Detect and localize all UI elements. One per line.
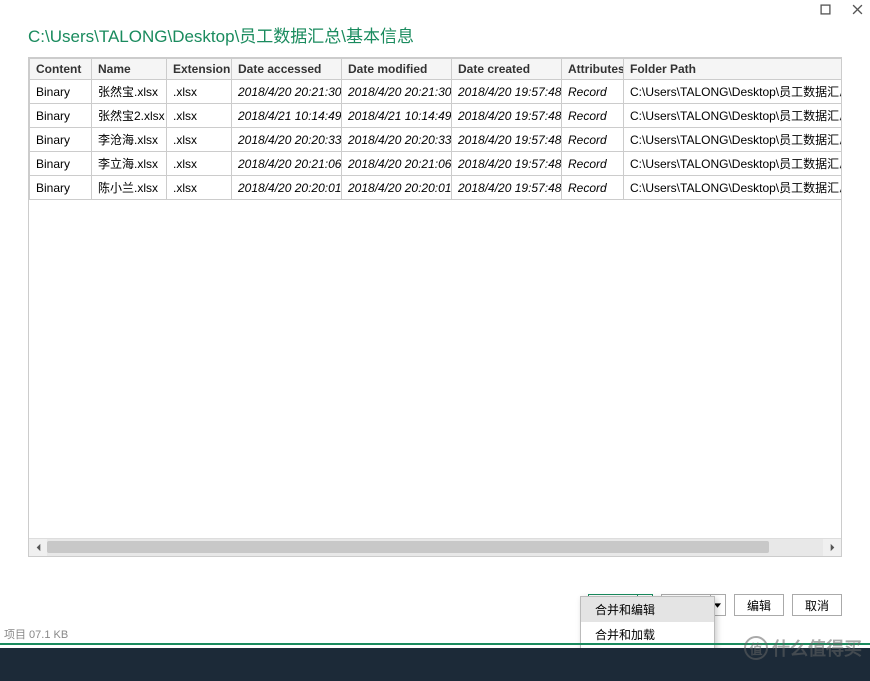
cell-attributes: Record (562, 152, 624, 176)
cell-content: Binary (30, 152, 92, 176)
cell-date-created: 2018/4/20 19:57:48 (452, 176, 562, 200)
data-table-container: Content Name Extension Date accessed Dat… (28, 57, 842, 557)
cell-extension: .xlsx (167, 104, 232, 128)
cell-name: 李立海.xlsx (92, 152, 167, 176)
cell-date-accessed: 2018/4/20 20:21:06 (232, 152, 342, 176)
table-row[interactable]: Binary张然宝2.xlsx.xlsx2018/4/21 10:14:4920… (30, 104, 842, 128)
cancel-button[interactable]: 取消 (792, 594, 842, 616)
scroll-thumb[interactable] (47, 541, 769, 553)
path-title: C:\Users\TALONG\Desktop\员工数据汇总\基本信息 (0, 0, 870, 57)
divider-strip (0, 643, 870, 645)
menu-item-combine-edit[interactable]: 合并和编辑 (581, 597, 714, 622)
cell-date-modified: 2018/4/21 10:14:49 (342, 104, 452, 128)
col-header-date-modified[interactable]: Date modified (342, 59, 452, 80)
col-header-attributes[interactable]: Attributes (562, 59, 624, 80)
cell-name: 张然宝2.xlsx (92, 104, 167, 128)
taskbar-background (0, 648, 870, 681)
table-row[interactable]: Binary李沧海.xlsx.xlsx2018/4/20 20:20:33201… (30, 128, 842, 152)
status-text: 项目 07.1 KB (4, 626, 68, 642)
col-header-date-accessed[interactable]: Date accessed (232, 59, 342, 80)
cell-extension: .xlsx (167, 176, 232, 200)
col-header-content[interactable]: Content (30, 59, 92, 80)
cell-content: Binary (30, 176, 92, 200)
cell-extension: .xlsx (167, 152, 232, 176)
cell-content: Binary (30, 104, 92, 128)
edit-button[interactable]: 编辑 (734, 594, 784, 616)
cell-folder-path: C:\Users\TALONG\Desktop\员工数据汇总 (624, 104, 842, 128)
cell-attributes: Record (562, 176, 624, 200)
table-header-row: Content Name Extension Date accessed Dat… (30, 59, 842, 80)
window-maximize-icon[interactable] (818, 2, 832, 16)
cell-folder-path: C:\Users\TALONG\Desktop\员工数据汇总 (624, 128, 842, 152)
cell-folder-path: C:\Users\TALONG\Desktop\员工数据汇总 (624, 80, 842, 104)
cell-date-accessed: 2018/4/20 20:20:01 (232, 176, 342, 200)
cell-name: 李沧海.xlsx (92, 128, 167, 152)
col-header-folder-path[interactable]: Folder Path (624, 59, 842, 80)
cell-folder-path: C:\Users\TALONG\Desktop\员工数据汇总 (624, 152, 842, 176)
table-row[interactable]: Binary张然宝.xlsx.xlsx2018/4/20 20:21:30201… (30, 80, 842, 104)
cell-date-created: 2018/4/20 19:57:48 (452, 128, 562, 152)
cell-date-created: 2018/4/20 19:57:48 (452, 104, 562, 128)
cell-date-modified: 2018/4/20 20:21:06 (342, 152, 452, 176)
cell-date-modified: 2018/4/20 20:20:01 (342, 176, 452, 200)
table-row[interactable]: Binary李立海.xlsx.xlsx2018/4/20 20:21:06201… (30, 152, 842, 176)
cell-date-modified: 2018/4/20 20:21:30 (342, 80, 452, 104)
cell-date-created: 2018/4/20 19:57:48 (452, 152, 562, 176)
scroll-right-icon[interactable] (823, 539, 841, 557)
col-header-extension[interactable]: Extension (167, 59, 232, 80)
col-header-date-created[interactable]: Date created (452, 59, 562, 80)
cell-extension: .xlsx (167, 128, 232, 152)
scroll-track[interactable] (47, 539, 823, 556)
cell-date-accessed: 2018/4/20 20:21:30 (232, 80, 342, 104)
cell-date-modified: 2018/4/20 20:20:33 (342, 128, 452, 152)
cell-content: Binary (30, 80, 92, 104)
cell-date-accessed: 2018/4/21 10:14:49 (232, 104, 342, 128)
window-close-icon[interactable] (850, 2, 864, 16)
cell-attributes: Record (562, 104, 624, 128)
cell-attributes: Record (562, 80, 624, 104)
data-table: Content Name Extension Date accessed Dat… (29, 58, 841, 200)
col-header-name[interactable]: Name (92, 59, 167, 80)
cell-date-created: 2018/4/20 19:57:48 (452, 80, 562, 104)
cell-content: Binary (30, 128, 92, 152)
cell-extension: .xlsx (167, 80, 232, 104)
cell-name: 陈小兰.xlsx (92, 176, 167, 200)
cell-folder-path: C:\Users\TALONG\Desktop\员工数据汇总 (624, 176, 842, 200)
table-row[interactable]: Binary陈小兰.xlsx.xlsx2018/4/20 20:20:01201… (30, 176, 842, 200)
cell-name: 张然宝.xlsx (92, 80, 167, 104)
cell-date-accessed: 2018/4/20 20:20:33 (232, 128, 342, 152)
horizontal-scrollbar[interactable] (29, 538, 841, 556)
cell-attributes: Record (562, 128, 624, 152)
scroll-left-icon[interactable] (29, 539, 47, 557)
